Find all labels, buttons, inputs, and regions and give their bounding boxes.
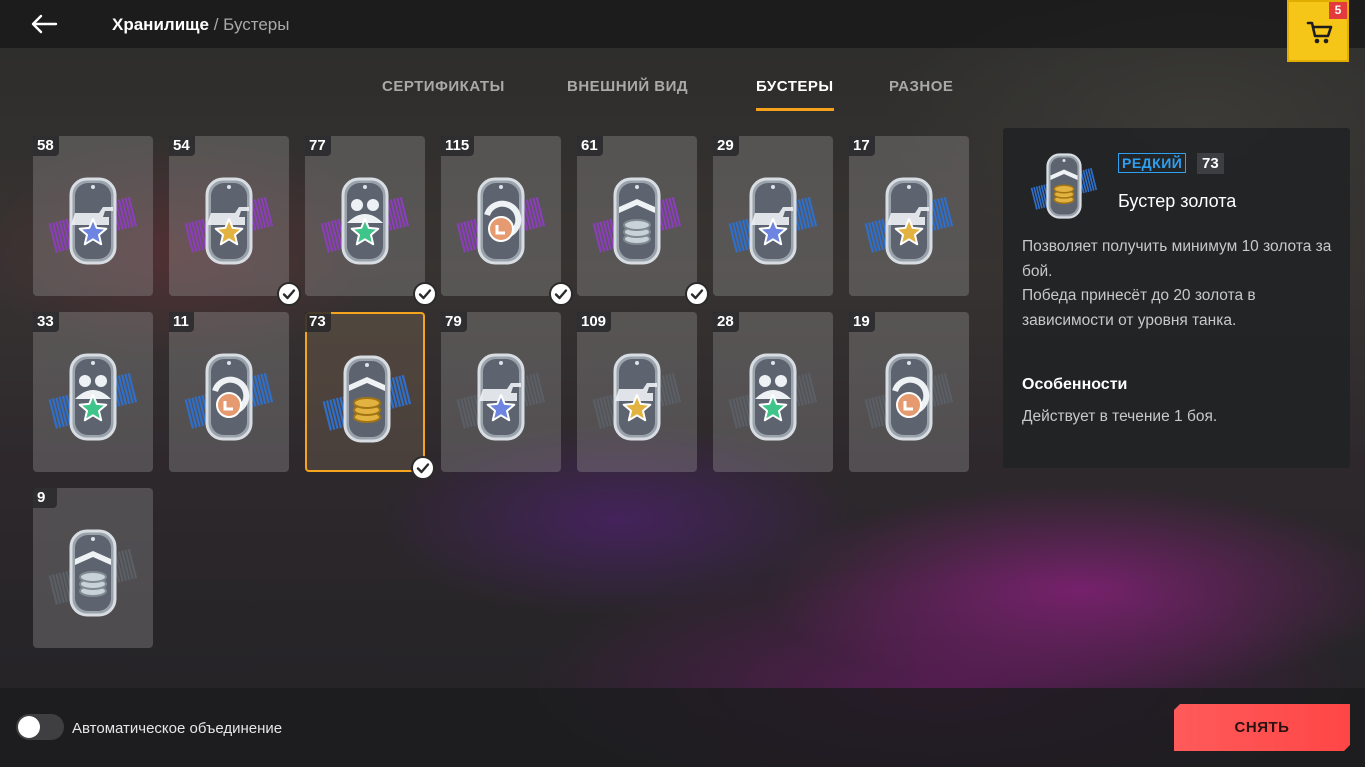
- rarity-badge: РЕДКИЙ: [1118, 153, 1187, 173]
- top-bar: Хранилище / Бустеры: [0, 0, 1365, 48]
- research-booster-icon: [864, 353, 954, 441]
- booster-card[interactable]: 17: [849, 136, 969, 296]
- booster-card[interactable]: 9: [33, 488, 153, 648]
- booster-card[interactable]: 28: [713, 312, 833, 472]
- tank-star-booster-icon: [728, 177, 818, 265]
- booster-count: 109: [577, 312, 612, 332]
- booster-count: 11: [169, 312, 194, 332]
- booster-card[interactable]: 109: [577, 312, 697, 472]
- gold-coins-booster-icon: [322, 355, 412, 443]
- tank-star-booster-icon: [592, 353, 682, 441]
- toggle-knob: [18, 716, 40, 738]
- tank-star-booster-icon: [456, 353, 546, 441]
- booster-count: 9: [33, 488, 57, 508]
- tab-label: СЕРТИФИКАТЫ: [382, 78, 505, 95]
- tab-boosters[interactable]: БУСТЕРЫ: [756, 78, 834, 111]
- breadcrumb: Хранилище / Бустеры: [112, 15, 289, 35]
- cart-icon: [1306, 21, 1333, 44]
- booster-count: 29: [713, 136, 739, 156]
- booster-details-panel: РЕДКИЙ 73 Бустер золота Позволяет получи…: [1003, 128, 1350, 468]
- tank-star-booster-icon: [864, 177, 954, 265]
- bottom-bar: Автоматическое объединение СНЯТЬ: [0, 688, 1365, 767]
- gold-booster-icon: [1030, 153, 1098, 219]
- tab-label: РАЗНОЕ: [889, 78, 954, 95]
- crew-star-booster-icon: [48, 353, 138, 441]
- booster-count: 73: [305, 312, 331, 332]
- description-line-2: Победа принесёт до 20 золота в зависимос…: [1022, 287, 1256, 329]
- booster-card[interactable]: 115: [441, 136, 573, 306]
- tank-star-booster-icon: [184, 177, 274, 265]
- booster-card[interactable]: 79: [441, 312, 561, 472]
- booster-card[interactable]: 11: [169, 312, 289, 472]
- booster-count: 17: [849, 136, 875, 156]
- check-icon: [413, 282, 437, 306]
- booster-card[interactable]: 29: [713, 136, 833, 296]
- check-icon: [685, 282, 709, 306]
- booster-card[interactable]: 58: [33, 136, 153, 296]
- tab-appearance[interactable]: ВНЕШНИЙ ВИД: [567, 78, 688, 95]
- booster-count: 58: [33, 136, 59, 156]
- check-icon: [411, 456, 435, 480]
- crew-star-booster-icon: [320, 177, 410, 265]
- booster-count: 61: [577, 136, 603, 156]
- booster-card[interactable]: 33: [33, 312, 153, 472]
- silver-coins-booster-icon: [592, 177, 682, 265]
- booster-count: 77: [305, 136, 331, 156]
- research-booster-icon: [456, 177, 546, 265]
- active-tab-indicator: [756, 108, 834, 111]
- breadcrumb-separator: /: [213, 15, 219, 34]
- details-count: 73: [1197, 153, 1224, 174]
- auto-merge-toggle[interactable]: [16, 714, 64, 740]
- booster-card[interactable]: 61: [577, 136, 709, 306]
- booster-description: Позволяет получить минимум 10 золота за …: [1022, 235, 1332, 333]
- booster-count: 115: [441, 136, 475, 156]
- booster-count: 28: [713, 312, 739, 332]
- remove-button[interactable]: СНЯТЬ: [1174, 704, 1350, 751]
- tab-label: ВНЕШНИЙ ВИД: [567, 78, 689, 95]
- booster-card[interactable]: 77: [305, 136, 437, 306]
- booster-count: 79: [441, 312, 467, 332]
- booster-count: 33: [33, 312, 59, 332]
- booster-title: Бустер золота: [1118, 191, 1237, 211]
- tab-misc[interactable]: РАЗНОЕ: [889, 78, 953, 95]
- category-tabs: СЕРТИФИКАТЫ ВНЕШНИЙ ВИД БУСТЕРЫ РАЗНОЕ: [0, 78, 1365, 112]
- research-booster-icon: [184, 353, 274, 441]
- booster-card[interactable]: 54: [169, 136, 301, 306]
- booster-card[interactable]: 73: [305, 312, 435, 480]
- booster-count: 19: [849, 312, 875, 332]
- crew-star-booster-icon: [728, 353, 818, 441]
- features-heading: Особенности: [1022, 376, 1128, 393]
- features-text: Действует в течение 1 боя.: [1022, 408, 1218, 425]
- booster-count: 54: [169, 136, 195, 156]
- breadcrumb-root[interactable]: Хранилище: [112, 15, 209, 34]
- auto-merge-label: Автоматическое объединение: [72, 720, 283, 737]
- silver-coins-booster-icon: [48, 529, 138, 617]
- check-icon: [277, 282, 301, 306]
- booster-card[interactable]: 19: [849, 312, 969, 472]
- back-button[interactable]: [26, 8, 62, 40]
- check-icon: [549, 282, 573, 306]
- cart-button[interactable]: 5: [1287, 0, 1349, 62]
- tab-certificates[interactable]: СЕРТИФИКАТЫ: [382, 78, 505, 95]
- description-line-1: Позволяет получить минимум 10 золота за …: [1022, 238, 1332, 280]
- breadcrumb-current: Бустеры: [223, 15, 290, 34]
- cart-count-badge: 5: [1329, 2, 1347, 19]
- tank-star-booster-icon: [48, 177, 138, 265]
- tab-label: БУСТЕРЫ: [756, 78, 834, 95]
- arrow-left-icon: [31, 14, 58, 34]
